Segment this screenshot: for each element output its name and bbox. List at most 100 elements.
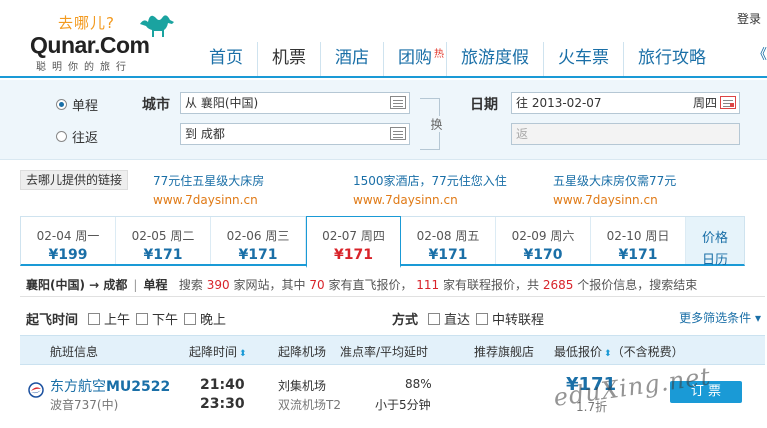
tax-note: （不含税费） bbox=[611, 345, 684, 359]
to-city-value: 到 成都 bbox=[185, 127, 225, 141]
return-date-placeholder: 返 bbox=[516, 127, 529, 141]
arrive-airport: 双流机场T2 bbox=[278, 398, 341, 412]
nav-group-buy-label: 团购 bbox=[398, 48, 432, 68]
sort-icon: ⬍ bbox=[604, 349, 612, 359]
nav-guides[interactable]: 旅行攻略 bbox=[623, 42, 720, 76]
ad-title[interactable]: 五星级大床房仅需77元 bbox=[553, 172, 676, 189]
arrive-time: 23:30 bbox=[200, 396, 245, 412]
ad-item[interactable]: 五星级大床房仅需77元 www.7daysinn.cn bbox=[553, 172, 676, 207]
ad-item[interactable]: 1500家酒店，77元住您入住 www.7daysinn.cn bbox=[353, 172, 507, 207]
nav-vacation[interactable]: 旅游度假 bbox=[446, 42, 543, 76]
site-header: 去哪儿? Qunar.Com 聪明你的旅行 登录 首页 机票 酒店 团购热 旅游… bbox=[0, 0, 767, 76]
date-tab[interactable]: 02-09 周六 ¥170 bbox=[496, 217, 591, 264]
filter-morning-label: 上午 bbox=[104, 313, 131, 328]
aircraft-type[interactable]: 波音737(中) bbox=[50, 396, 118, 413]
price-calendar-tab[interactable]: 价格 日历 bbox=[686, 217, 744, 268]
col-lowest-price-label: 最低报价 bbox=[554, 345, 603, 359]
airline-name[interactable]: 东方航空MU2522 bbox=[50, 376, 170, 396]
swap-cities-button[interactable]: 换 bbox=[420, 98, 445, 150]
summary-text-3: 家有直飞报价， bbox=[328, 278, 413, 292]
round-trip-label: 往返 bbox=[72, 131, 99, 146]
results-table-header: 航班信息 起降时间 ⬍ 起降机场 准点率/平均延时 推荐旗舰店 最低报价 ⬍（不含税… bbox=[20, 335, 765, 365]
ad-item[interactable]: 77元住五星级大床房 www.7daysinn.cn bbox=[153, 172, 264, 207]
filter-afternoon-label: 下午 bbox=[152, 313, 179, 328]
one-way-label: 单程 bbox=[72, 99, 99, 114]
date-tab-date: 02-07 周四 bbox=[322, 229, 385, 243]
filter-direct-checkbox[interactable]: 直达 bbox=[428, 309, 470, 328]
checkbox-icon bbox=[88, 312, 100, 325]
city-list-icon[interactable] bbox=[390, 96, 406, 109]
col-airports: 起降机场 bbox=[278, 345, 327, 359]
nav-hotels[interactable]: 酒店 bbox=[320, 42, 383, 76]
one-way-radio[interactable]: 单程 bbox=[56, 95, 98, 114]
quote-count: 2685 bbox=[542, 278, 574, 292]
date-tab-price: ¥170 bbox=[523, 247, 563, 263]
from-city-input[interactable]: 从 襄阳(中国) bbox=[180, 92, 410, 114]
search-panel: 单程 往返 城市 从 襄阳(中国) 到 成都 换 日期 往 2013-02-07… bbox=[0, 80, 767, 160]
date-tab-date: 02-08 周五 bbox=[416, 229, 480, 243]
filter-morning-checkbox[interactable]: 上午 bbox=[88, 309, 130, 328]
col-flight-info: 航班信息 bbox=[50, 345, 99, 359]
filter-direct-label: 直达 bbox=[444, 313, 471, 328]
nav-trains[interactable]: 火车票 bbox=[543, 42, 623, 76]
date-tab[interactable]: 02-10 周日 ¥171 bbox=[591, 217, 686, 264]
filter-evening-checkbox[interactable]: 晚上 bbox=[184, 309, 226, 328]
date-tab-date: 02-10 周日 bbox=[606, 229, 670, 243]
return-date-input[interactable]: 返 bbox=[511, 123, 740, 145]
ad-url[interactable]: www.7daysinn.cn bbox=[353, 193, 507, 207]
date-tab-price: ¥171 bbox=[238, 247, 278, 263]
login-link[interactable]: 登录 bbox=[737, 10, 761, 27]
summary-text-4: 家有联程报价，共 bbox=[443, 278, 540, 292]
date-tab-date: 02-06 周三 bbox=[226, 229, 290, 243]
city-list-icon[interactable] bbox=[390, 127, 406, 140]
filter-afternoon-checkbox[interactable]: 下午 bbox=[136, 309, 178, 328]
date-tab-selected[interactable]: 02-07 周四 ¥171 bbox=[306, 216, 401, 268]
date-label: 日期 bbox=[470, 97, 498, 113]
ad-url[interactable]: www.7daysinn.cn bbox=[553, 193, 676, 207]
summary-text-1: 搜索 bbox=[178, 278, 203, 292]
search-summary: 襄阳(中国) → 成都 | 单程 搜索 390 家网站，其中 70 家有直飞报价， … bbox=[26, 278, 698, 292]
col-flagship: 推荐旗舰店 bbox=[474, 345, 535, 359]
more-filters-link[interactable]: 更多筛选条件 ▾ bbox=[679, 309, 761, 326]
round-trip-radio[interactable]: 往返 bbox=[56, 127, 98, 146]
combo-count: 111 bbox=[416, 278, 440, 292]
nav-more-button[interactable]: 《 bbox=[753, 44, 767, 64]
filter-evening-label: 晚上 bbox=[200, 313, 227, 328]
filter-transfer-checkbox[interactable]: 中转联程 bbox=[476, 309, 544, 328]
city-label: 城市 bbox=[142, 97, 170, 113]
date-tab-price: ¥171 bbox=[334, 247, 373, 263]
site-count: 390 bbox=[206, 278, 230, 292]
date-tab[interactable]: 02-06 周三 ¥171 bbox=[211, 217, 306, 264]
ad-url[interactable]: www.7daysinn.cn bbox=[153, 193, 264, 207]
filter-transfer-label: 中转联程 bbox=[492, 313, 545, 328]
date-tab[interactable]: 02-08 周五 ¥171 bbox=[401, 217, 496, 264]
ad-title[interactable]: 1500家酒店，77元住您入住 bbox=[353, 172, 507, 189]
col-times-label: 起降时间 bbox=[189, 345, 238, 359]
airline-label: 东方航空 bbox=[50, 379, 106, 395]
nav-group-buy[interactable]: 团购热 bbox=[383, 42, 446, 76]
col-lowest-price[interactable]: 最低报价 ⬍（不含税费） bbox=[554, 343, 684, 360]
depart-weekday: 周四 bbox=[692, 96, 717, 110]
mode-label: 方式 bbox=[392, 313, 419, 328]
depart-date-input[interactable]: 往 2013-02-07 周四 bbox=[511, 92, 740, 114]
direct-count: 70 bbox=[309, 278, 325, 292]
flight-number: MU2522 bbox=[106, 379, 171, 395]
checkbox-icon bbox=[428, 312, 440, 325]
nav-flights[interactable]: 机票 bbox=[257, 42, 320, 76]
date-tab-date: 02-09 周六 bbox=[511, 229, 575, 243]
radio-selected-icon bbox=[56, 99, 67, 110]
date-tab[interactable]: 02-04 周一 ¥199 bbox=[21, 217, 116, 264]
price-calendar-line2: 日历 bbox=[701, 253, 728, 268]
to-city-input[interactable]: 到 成都 bbox=[180, 123, 410, 145]
date-tab[interactable]: 02-05 周二 ¥171 bbox=[116, 217, 211, 264]
ad-title[interactable]: 77元住五星级大床房 bbox=[153, 172, 264, 189]
summary-text-2: 家网站，其中 bbox=[233, 278, 306, 292]
trip-type-text: 单程 bbox=[143, 278, 168, 292]
col-times[interactable]: 起降时间 ⬍ bbox=[189, 343, 247, 360]
sort-icon: ⬍ bbox=[239, 349, 247, 359]
col-punctuality: 准点率/平均延时 bbox=[340, 345, 429, 359]
calendar-icon[interactable] bbox=[720, 96, 736, 109]
hot-badge: 热 bbox=[434, 49, 444, 60]
qunar-logo[interactable]: 去哪儿? Qunar.Com 聪明你的旅行 bbox=[30, 10, 180, 73]
nav-home[interactable]: 首页 bbox=[195, 42, 257, 76]
